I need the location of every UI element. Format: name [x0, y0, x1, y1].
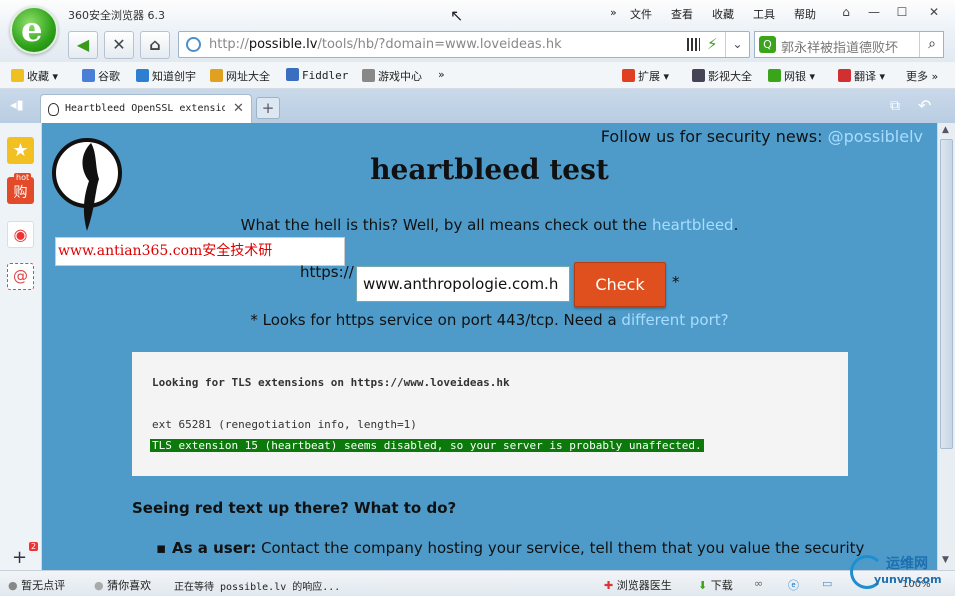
- lightning-icon[interactable]: ⚡: [707, 35, 718, 53]
- browser-logo-icon[interactable]: e: [10, 6, 58, 54]
- page-title: heartbleed test: [370, 153, 609, 186]
- heartbleed-link[interactable]: heartbleed: [652, 216, 734, 234]
- address-bar[interactable]: http://possible.lv/tools/hb/?domain=www.…: [178, 31, 750, 58]
- result-panel: Looking for TLS extensions on https://ww…: [132, 352, 848, 476]
- title-bar: 360安全浏览器 6.3 ↖ » 文件 查看 收藏 工具 帮助 ⌂ — ☐ ✕: [0, 0, 955, 28]
- menu-chevron-icon[interactable]: »: [610, 6, 617, 19]
- intro-text: What the hell is this? Well, by all mean…: [240, 216, 739, 234]
- status-bar: ● 暂无点评 ● 猜你喜欢 正在等待 possible.lv 的响应... ✚ …: [0, 555, 955, 596]
- tab-close-icon[interactable]: ✕: [233, 101, 244, 116]
- twitter-link[interactable]: @possiblelv: [828, 127, 923, 146]
- add-sidebar-button[interactable]: +: [12, 547, 27, 568]
- tab-favicon-icon: [48, 103, 59, 116]
- bookmark-zhidao[interactable]: 知道创宇: [136, 68, 196, 84]
- check-button[interactable]: Check: [574, 262, 666, 307]
- different-port-link[interactable]: different port?: [621, 311, 728, 329]
- port-note: * Looks for https service on port 443/tc…: [250, 311, 729, 329]
- bookmark-fiddler[interactable]: Fiddler: [286, 68, 348, 82]
- new-tab-button[interactable]: +: [256, 97, 280, 119]
- rating-status[interactable]: ● 暂无点评: [8, 577, 65, 593]
- download-manager[interactable]: ⬇ 下载: [698, 577, 733, 593]
- bookmark-movies[interactable]: 影视大全: [692, 68, 752, 84]
- bookmark-extensions[interactable]: 扩展 ▾: [622, 68, 669, 84]
- corner-watermark: 运维网 yunvn.com: [848, 549, 948, 593]
- result-line-1: Looking for TLS extensions on https://ww…: [152, 376, 510, 389]
- weibo-icon[interactable]: ◉: [7, 221, 34, 248]
- address-dropdown-icon[interactable]: ⌄: [725, 32, 749, 57]
- user-advice-item: ▪ As a user: Contact the company hosting …: [156, 539, 865, 557]
- mouse-cursor-icon: ↖: [450, 6, 464, 25]
- globe-icon: [186, 37, 201, 52]
- hot-badge: hot: [14, 173, 32, 182]
- tab-bar: ◂▮ Heartbleed OpenSSL extension ✕ + ⧉ ↶: [0, 89, 955, 123]
- close-window-button[interactable]: ✕: [922, 3, 946, 21]
- follow-line: Follow us for security news: @possiblelv: [600, 127, 923, 146]
- menu-favorites[interactable]: 收藏: [712, 6, 734, 22]
- ie-mode-icon[interactable]: ⓔ: [788, 577, 799, 593]
- bookmarks-bar: 收藏 ▾ 谷歌 知道创宇 网址大全 Fiddler 游戏中心 » 扩展 ▾ 影视…: [0, 62, 955, 89]
- menu-file[interactable]: 文件: [630, 6, 652, 22]
- browser-doctor[interactable]: ✚ 浏览器医生: [604, 577, 672, 593]
- search-engine-icon[interactable]: Q: [759, 36, 776, 53]
- bookmark-google[interactable]: 谷歌: [82, 68, 120, 84]
- undo-close-icon[interactable]: ↶: [918, 96, 931, 115]
- bookmark-url-directory[interactable]: 网址大全: [210, 68, 270, 84]
- vertical-scrollbar[interactable]: ▲ ▼: [937, 123, 955, 570]
- what-to-do-heading: Seeing red text up there? What to do?: [132, 499, 457, 517]
- restore-tabs-icon[interactable]: ⧉: [890, 98, 900, 114]
- watermark-text: www.antian365.com安全技术研: [55, 237, 345, 266]
- loading-status: 正在等待 possible.lv 的响应...: [174, 582, 341, 593]
- left-sidebar: ★ 购 hot ◉ @ + 2: [0, 123, 42, 570]
- stop-button[interactable]: ✕: [104, 31, 134, 59]
- recommend-status[interactable]: ● 猜你喜欢: [94, 577, 151, 593]
- app-title: 360安全浏览器 6.3: [68, 9, 165, 22]
- sidebar-toggle-icon[interactable]: ◂▮: [10, 98, 24, 113]
- corner-logo-text: 运维网: [886, 556, 928, 572]
- qrcode-icon[interactable]: [687, 38, 700, 51]
- https-prefix-label: https://: [300, 263, 354, 281]
- domain-input[interactable]: www.anthropologie.com.h: [356, 266, 570, 302]
- search-icon[interactable]: ⌕: [919, 32, 944, 57]
- bookmark-favorites[interactable]: 收藏 ▾: [11, 68, 58, 84]
- tab-title: Heartbleed OpenSSL extension: [65, 103, 225, 114]
- minimize-button[interactable]: —: [862, 3, 886, 21]
- mail-icon[interactable]: @: [7, 263, 34, 290]
- asterisk-note: *: [672, 273, 680, 291]
- address-url: http://possible.lv/tools/hb/?domain=www.…: [209, 37, 562, 52]
- skin-icon[interactable]: ⌂: [834, 3, 858, 21]
- sidebar-count-badge: 2: [29, 542, 39, 551]
- result-line-2: ext 65281 (renegotiation info, length=1): [152, 418, 417, 431]
- scrollbar-thumb[interactable]: [940, 139, 953, 449]
- back-button[interactable]: ◀: [68, 31, 98, 59]
- bookmark-more[interactable]: 更多 »: [906, 68, 938, 84]
- result-line-3: TLS extension 15 (heartbeat) seems disab…: [150, 439, 704, 452]
- search-box[interactable]: Q 郭永祥被指道德败坏 ⌕: [754, 31, 944, 58]
- home-button[interactable]: ⌂: [140, 31, 170, 59]
- menu-help[interactable]: 帮助: [794, 6, 816, 22]
- window-icon[interactable]: ▭: [822, 577, 832, 590]
- speed-icon[interactable]: ∞: [754, 577, 763, 590]
- menu-tools[interactable]: 工具: [753, 6, 775, 22]
- maximize-button[interactable]: ☐: [890, 3, 914, 21]
- scroll-up-icon[interactable]: ▲: [942, 125, 949, 135]
- favorites-star-icon[interactable]: ★: [7, 137, 34, 164]
- search-input[interactable]: 郭永祥被指道德败坏: [781, 37, 917, 56]
- bookmarks-more-icon[interactable]: »: [438, 68, 445, 81]
- menu-view[interactable]: 查看: [671, 6, 693, 22]
- bookmark-banking[interactable]: 网银 ▾: [768, 68, 815, 84]
- tab-heartbleed[interactable]: Heartbleed OpenSSL extension ✕: [40, 94, 252, 123]
- corner-logo-url: yunvn.com: [874, 573, 942, 586]
- bookmark-translate[interactable]: 翻译 ▾: [838, 68, 885, 84]
- bookmark-game-center[interactable]: 游戏中心: [362, 68, 422, 84]
- page-content: Follow us for security news: @possiblelv…: [42, 123, 937, 570]
